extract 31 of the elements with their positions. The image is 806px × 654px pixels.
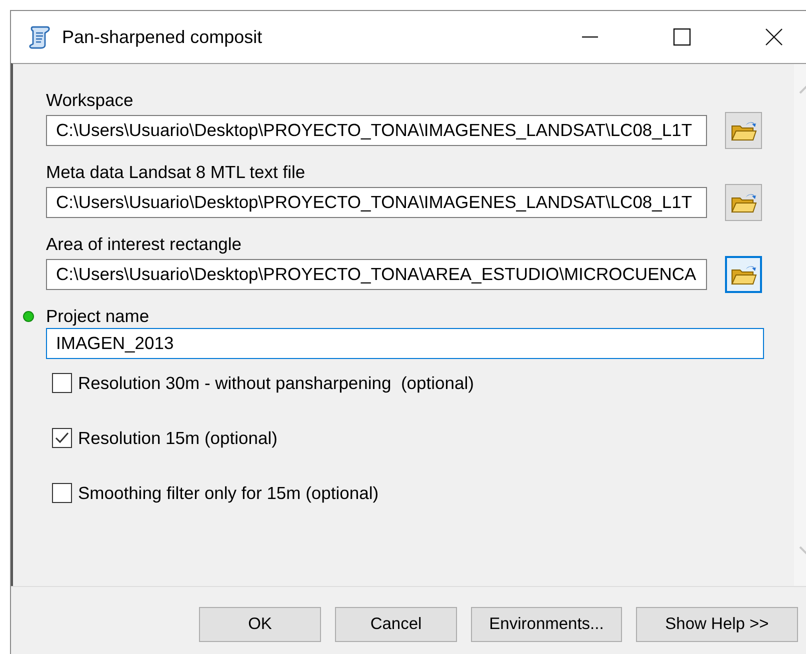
close-icon	[765, 28, 783, 46]
path-field[interactable]: C:\Users\Usuario\Desktop\PROYECTO_TONA\AREA_ESTUDIO\MICROCUENCA	[46, 259, 707, 290]
minimize-icon	[581, 36, 599, 38]
field-label: Workspace	[46, 90, 134, 110]
browse-button[interactable]	[725, 184, 762, 221]
checkbox-label: Smoothing filter only for 15m (optional)	[78, 482, 379, 504]
environments-button[interactable]: Environments...	[471, 607, 622, 642]
text-field[interactable]: IMAGEN_2013	[46, 328, 764, 359]
check-icon	[55, 432, 69, 444]
checkbox[interactable]	[52, 428, 72, 448]
browse-button[interactable]	[725, 256, 762, 293]
ok-button[interactable]: OK	[199, 607, 321, 642]
checkbox[interactable]	[52, 483, 72, 503]
folder-icon	[730, 264, 756, 286]
field-label: Area of interest rectangle	[46, 234, 242, 254]
folder-icon	[730, 120, 756, 142]
maximize-icon	[673, 28, 691, 46]
window-title: Pan-sharpened composit	[62, 26, 262, 48]
path-field[interactable]: C:\Users\Usuario\Desktop\PROYECTO_TONA\IMAGENES_LANDSAT\LC08_L1T	[46, 187, 707, 218]
scroll-icon	[27, 24, 53, 50]
path-field[interactable]: C:\Users\Usuario\Desktop\PROYECTO_TONA\IMAGENES_LANDSAT\LC08_L1T	[46, 115, 707, 146]
show-help-button[interactable]: Show Help >>	[636, 607, 798, 642]
field-label: Project name	[46, 306, 150, 326]
required-dot-icon	[23, 311, 34, 322]
field-label: Meta data Landsat 8 MTL text file	[46, 162, 306, 182]
checkbox-label: Resolution 15m (optional)	[78, 428, 278, 448]
cancel-button[interactable]: Cancel	[335, 607, 457, 642]
checkbox[interactable]	[52, 373, 72, 393]
browse-button[interactable]	[725, 112, 762, 149]
folder-icon	[730, 192, 756, 214]
checkbox-label: Resolution 30m - without pansharpening (optional)	[78, 372, 474, 394]
